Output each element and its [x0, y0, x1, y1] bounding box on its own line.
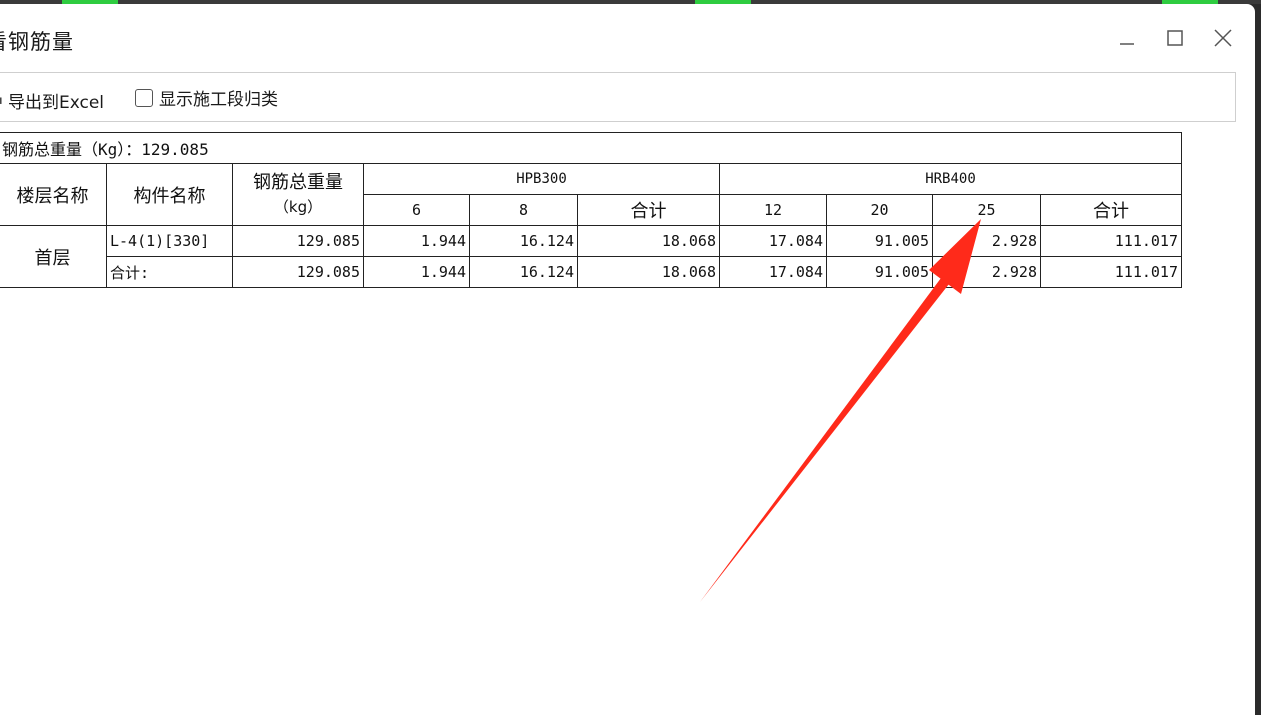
annotation-arrow	[700, 219, 981, 602]
arrow-shaft	[700, 278, 949, 602]
arrow-head	[929, 219, 981, 294]
